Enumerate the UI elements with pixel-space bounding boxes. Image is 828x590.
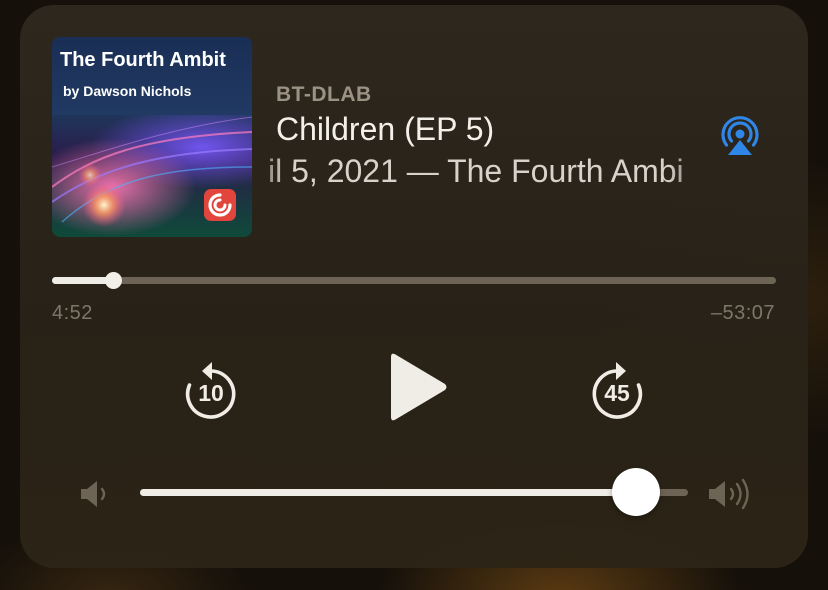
volume-low-icon xyxy=(78,477,114,511)
now-playing-panel: The Fourth Ambit by Dawson Nichols BT-DL… xyxy=(20,5,808,568)
progress-scrubber[interactable] xyxy=(52,272,776,289)
volume-fill xyxy=(140,489,636,496)
volume-slider[interactable] xyxy=(140,468,688,516)
airplay-icon xyxy=(721,116,759,155)
artwork-title: The Fourth Ambit xyxy=(60,49,226,71)
skip-back-button[interactable]: 10 xyxy=(183,360,239,422)
podcast-name: BT-DLAB xyxy=(276,83,372,106)
elapsed-time: 4:52 xyxy=(52,302,93,324)
skip-forward-seconds: 45 xyxy=(604,380,630,406)
skip-back-seconds: 10 xyxy=(198,380,224,406)
volume-high-icon xyxy=(706,477,756,511)
episode-title: Children (EP 5) xyxy=(276,111,495,147)
progress-fill xyxy=(52,277,113,284)
airplay-button[interactable] xyxy=(718,115,762,159)
pocket-casts-icon xyxy=(204,189,236,221)
play-icon xyxy=(391,353,447,421)
volume-knob[interactable] xyxy=(611,468,660,516)
track-info[interactable]: BT-DLAB Children (EP 5) il 5, 2021 — The… xyxy=(258,83,706,203)
podcast-artwork[interactable]: The Fourth Ambit by Dawson Nichols xyxy=(52,37,252,237)
episode-date-scroll-text: il 5, 2021 — The Fourth Ambi xyxy=(268,153,684,189)
skip-forward-button[interactable]: 45 xyxy=(589,360,645,422)
artwork-author: by Dawson Nichols xyxy=(63,83,192,99)
play-button[interactable] xyxy=(385,351,449,423)
progress-knob[interactable] xyxy=(104,272,122,289)
remaining-time: –53:07 xyxy=(710,302,775,324)
